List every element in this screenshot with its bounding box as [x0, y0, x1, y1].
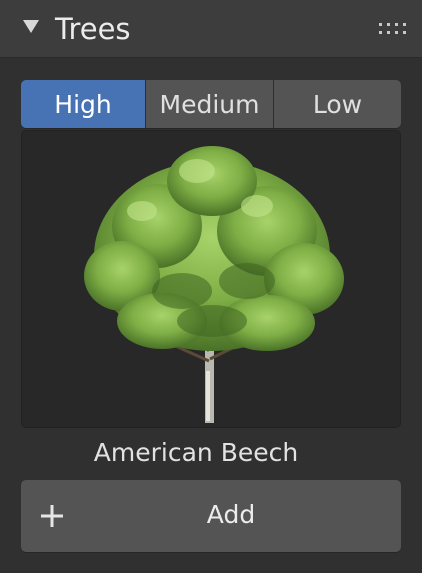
panel-header[interactable]: Trees: [0, 0, 422, 58]
quality-medium-button[interactable]: Medium: [145, 80, 273, 128]
disclosure-triangle-down-icon[interactable]: [22, 17, 40, 35]
drag-handle-icon[interactable]: [378, 22, 408, 36]
add-button-label: Add: [206, 500, 256, 529]
add-button[interactable]: Add: [21, 480, 401, 552]
asset-preview-thumbnail[interactable]: [21, 130, 401, 428]
quality-low-button[interactable]: Low: [273, 80, 401, 128]
quality-selector: High Medium Low: [21, 80, 401, 128]
panel-title: Trees: [55, 12, 131, 46]
tree-preview-image: [84, 146, 344, 423]
asset-name-label: American Beech: [93, 438, 299, 467]
quality-high-button[interactable]: High: [21, 80, 145, 128]
